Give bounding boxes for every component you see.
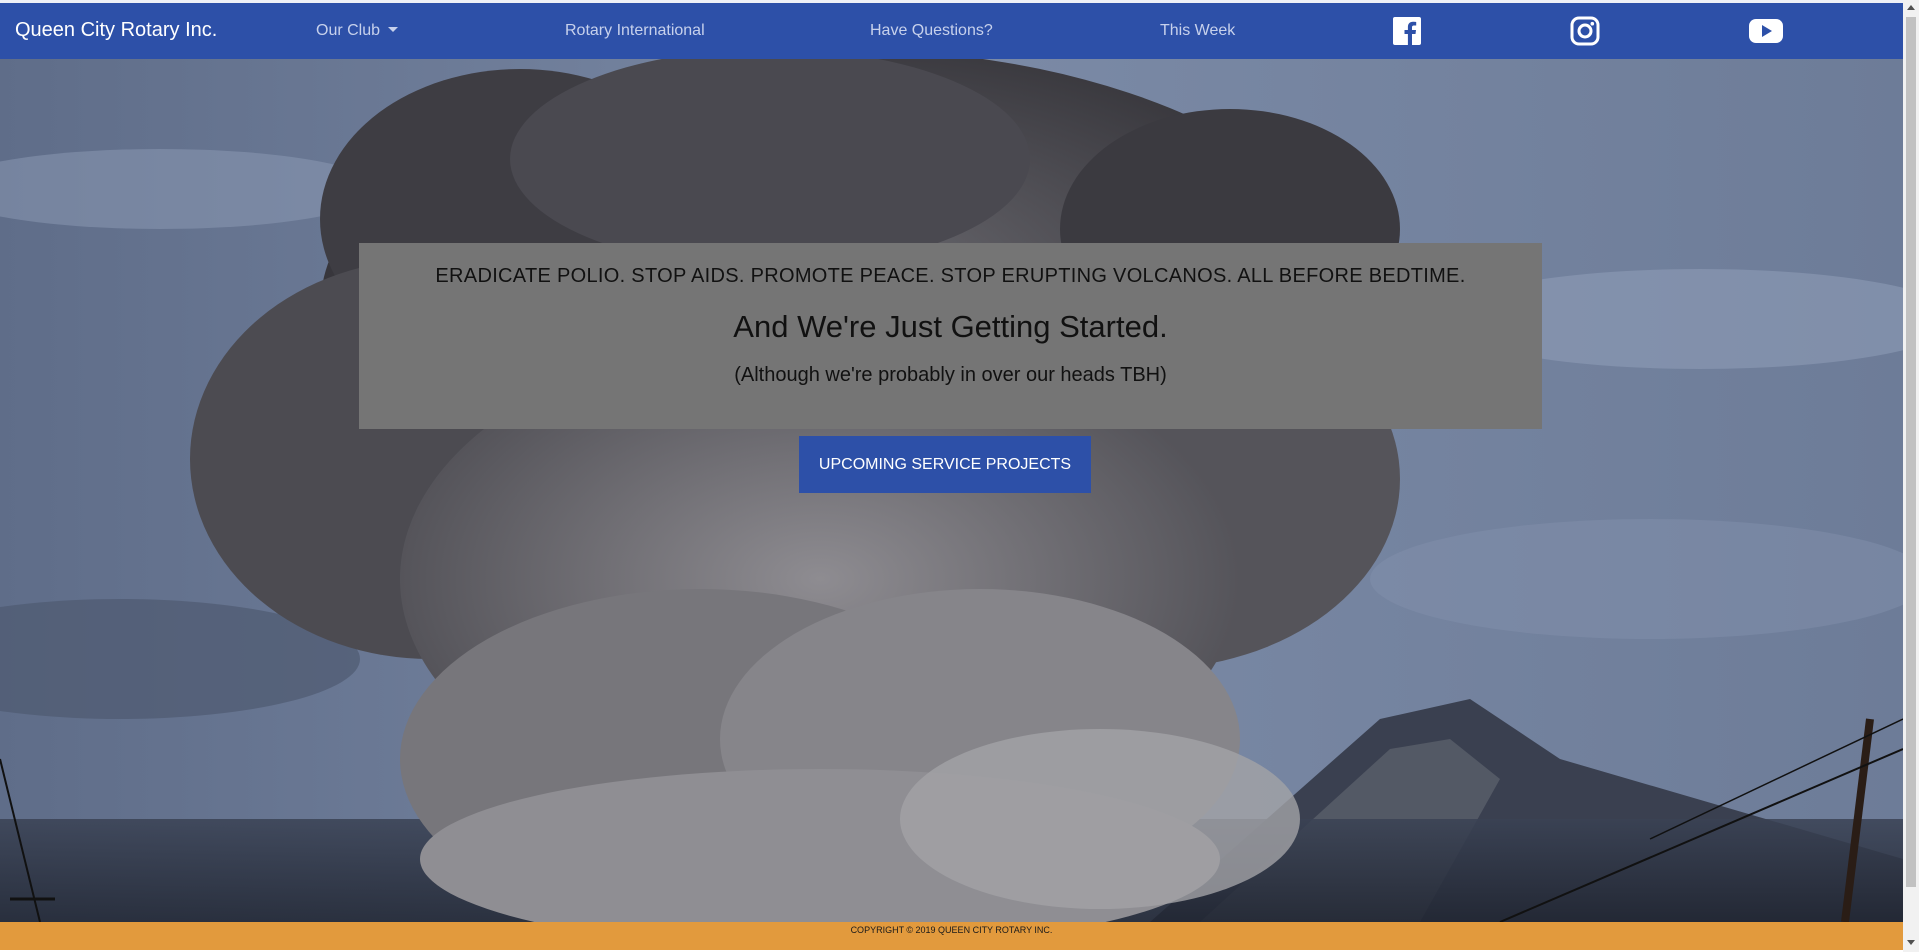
tagline-box: ERADICATE POLIO. STOP AIDS. PROMOTE PEAC… <box>359 243 1542 429</box>
scroll-down-arrow-icon[interactable] <box>1907 940 1915 945</box>
nav-have-questions[interactable]: Have Questions? <box>870 22 993 40</box>
nav-rotary-international[interactable]: Rotary International <box>565 22 705 40</box>
nav-our-club-label: Our Club <box>316 22 381 39</box>
hero-section: ERADICATE POLIO. STOP AIDS. PROMOTE PEAC… <box>0 59 1903 922</box>
scroll-thumb[interactable] <box>1906 17 1916 887</box>
facebook-icon[interactable] <box>1392 16 1422 46</box>
vertical-scrollbar[interactable] <box>1903 0 1919 952</box>
footer: COPYRIGHT © 2019 QUEEN CITY ROTARY INC. <box>0 922 1903 950</box>
tagline-text: ERADICATE POLIO. STOP AIDS. PROMOTE PEAC… <box>435 265 1466 287</box>
caret-down-icon <box>388 27 399 32</box>
nav-this-week[interactable]: This Week <box>1160 22 1235 40</box>
nav-our-club-dropdown[interactable]: Our Club <box>316 22 399 40</box>
hero-headline: And We're Just Getting Started. <box>733 309 1168 344</box>
copyright-text: COPYRIGHT © 2019 QUEEN CITY ROTARY INC. <box>850 925 1053 935</box>
instagram-icon[interactable] <box>1570 16 1600 46</box>
brand-link[interactable]: Queen City Rotary Inc. <box>15 19 217 42</box>
page: Queen City Rotary Inc. Our Club Rotary I… <box>0 0 1919 952</box>
scroll-up-arrow-icon[interactable] <box>1907 5 1915 10</box>
youtube-icon[interactable] <box>1748 16 1784 46</box>
navbar: Queen City Rotary Inc. Our Club Rotary I… <box>0 3 1903 59</box>
upcoming-service-projects-button[interactable]: UPCOMING SERVICE PROJECTS <box>799 436 1091 493</box>
hero-subline: (Although we're probably in over our hea… <box>734 364 1167 386</box>
